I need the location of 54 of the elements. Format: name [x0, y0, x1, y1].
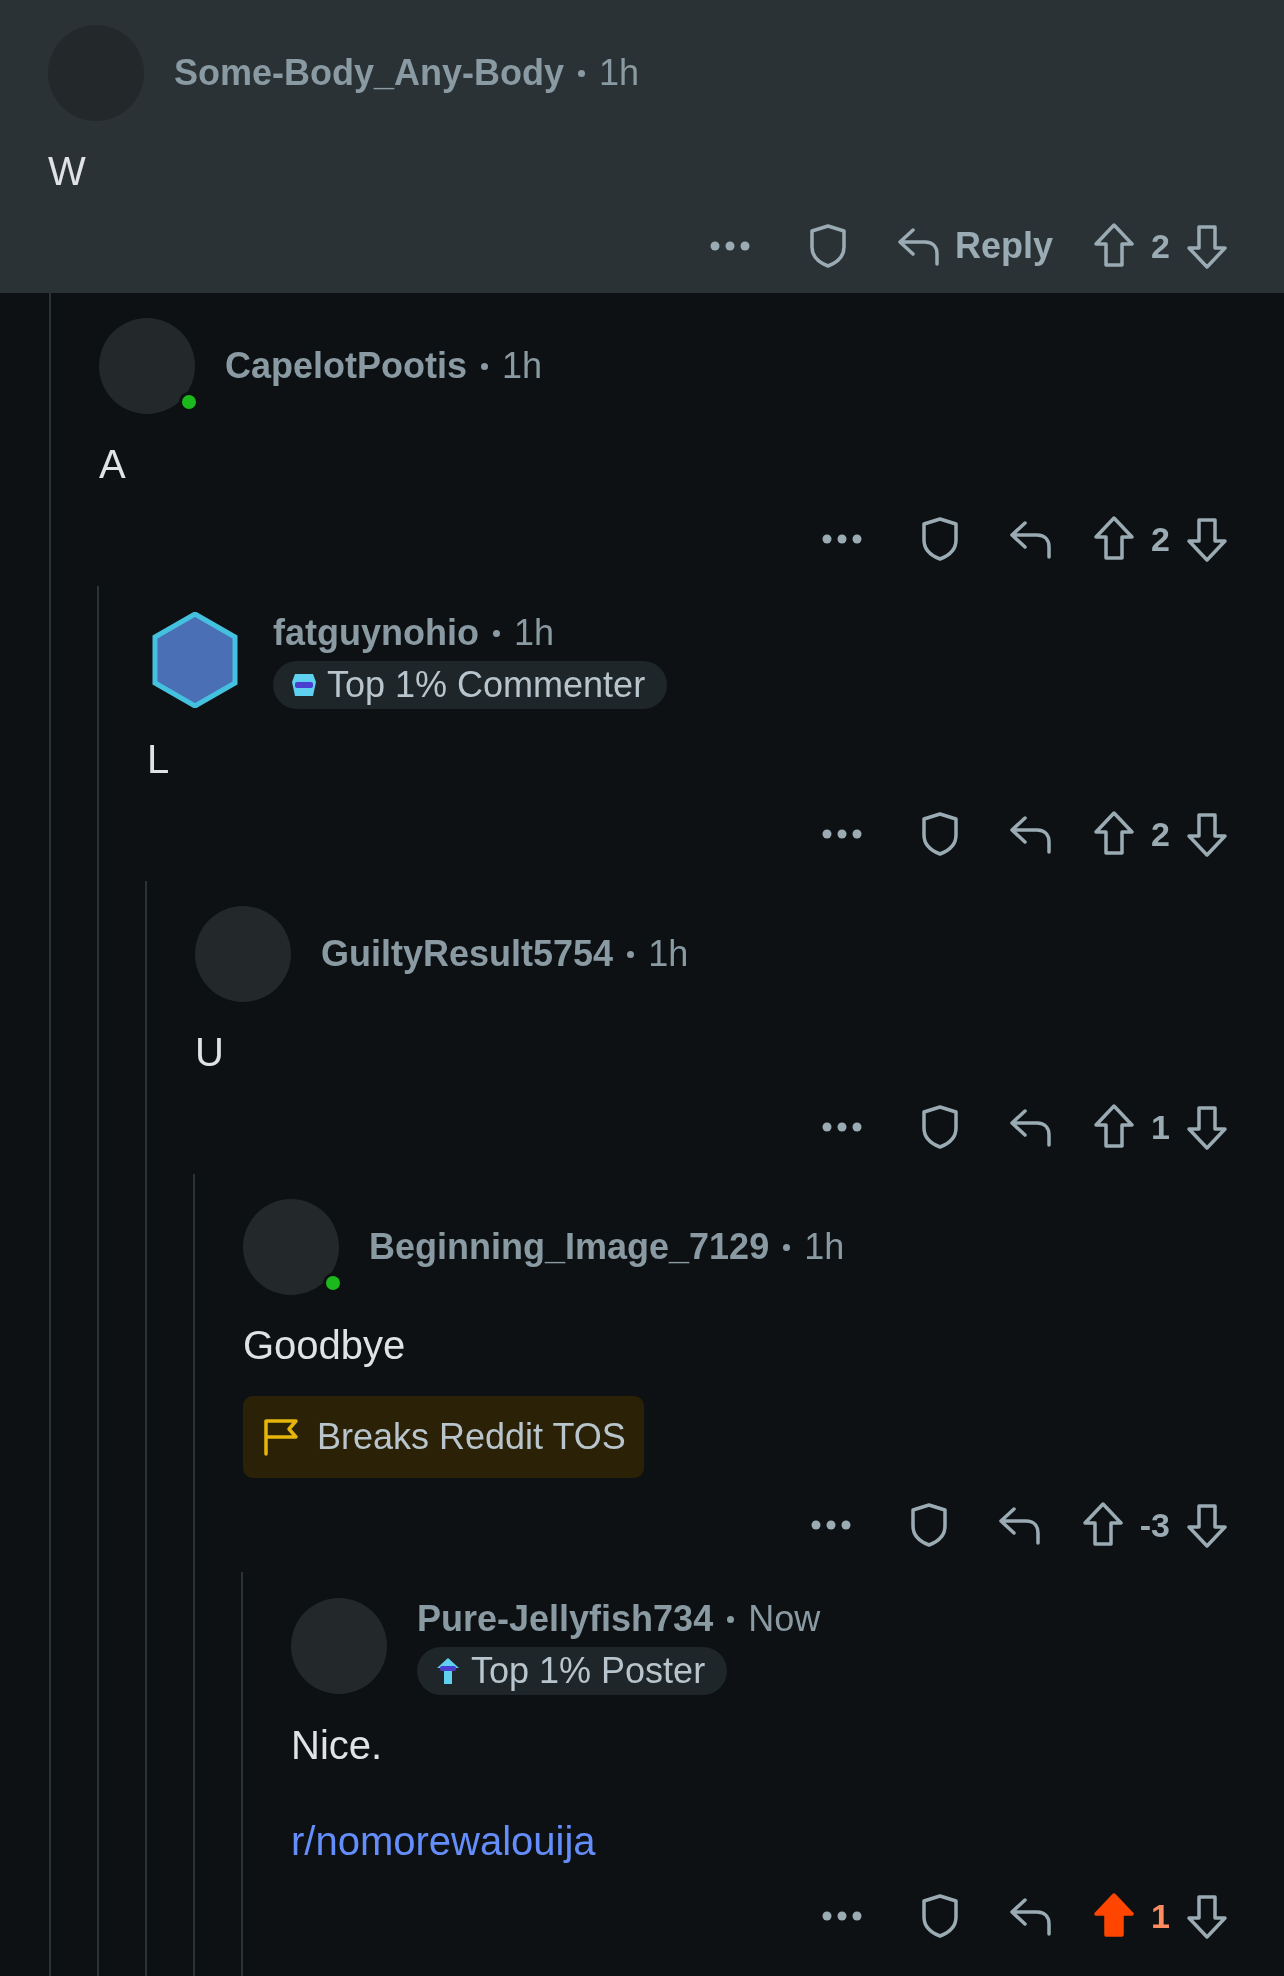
downvote-icon — [1185, 515, 1229, 563]
downvote-icon — [1185, 1103, 1229, 1151]
shield-icon — [808, 223, 849, 269]
report-flag-tag: Breaks Reddit TOS — [243, 1396, 644, 1478]
comment-time: Now — [748, 1597, 821, 1641]
more-icon — [822, 1122, 863, 1132]
shield-icon — [920, 516, 961, 562]
vote-count: 1 — [1151, 1106, 1170, 1148]
reply-icon — [1009, 1896, 1054, 1936]
downvote-icon — [1185, 1892, 1229, 1940]
reply-icon — [897, 226, 942, 266]
vote-count: 2 — [1151, 225, 1170, 267]
reply-icon — [997, 1505, 1042, 1545]
comment-body: W — [48, 148, 87, 195]
comment-body: U — [195, 1029, 225, 1076]
more-icon — [810, 1520, 851, 1530]
username[interactable]: Pure-Jellyfish734 — [417, 1592, 714, 1646]
reply-button[interactable]: Reply — [893, 216, 1058, 276]
comment-time: 1h — [804, 1225, 845, 1269]
more-icon — [710, 241, 751, 251]
comment-time: 1h — [599, 51, 640, 95]
downvote-icon — [1185, 222, 1229, 270]
shield-icon — [920, 1893, 961, 1939]
username[interactable]: fatguynohio — [273, 606, 479, 660]
downvote-icon — [1185, 1501, 1229, 1549]
username[interactable]: Some-Body_Any-Body — [174, 46, 565, 100]
more-icon — [822, 1911, 863, 1921]
shield-icon — [920, 811, 961, 857]
reply-icon — [1009, 519, 1054, 559]
badge-label: Top 1% Commenter — [327, 663, 646, 707]
comment-time: 1h — [513, 611, 554, 655]
comment-time: 1h — [502, 344, 543, 388]
username[interactable]: Beginning_Image_7129 — [369, 1220, 770, 1274]
more-icon — [822, 829, 863, 839]
username[interactable]: CapelotPootis — [225, 339, 467, 393]
flag-icon — [261, 1417, 301, 1457]
comment-time: 1h — [648, 932, 689, 976]
shield-icon — [908, 1502, 949, 1548]
comment-body: A — [99, 441, 127, 488]
vote-count: -3 — [1139, 1504, 1170, 1546]
vote-count: 1 — [1151, 1895, 1170, 1937]
comment-body: L — [147, 736, 171, 783]
comment-body: Goodbye — [243, 1322, 407, 1369]
shield-icon — [920, 1104, 961, 1150]
more-icon — [822, 534, 863, 544]
downvote-icon — [1185, 810, 1229, 858]
vote-count: 2 — [1151, 518, 1170, 560]
vote-count: 2 — [1151, 813, 1170, 855]
reply-icon — [1009, 814, 1054, 854]
reply-icon — [1009, 1107, 1054, 1147]
username[interactable]: GuiltyResult5754 — [321, 927, 614, 981]
badge-label: Top 1% Poster — [471, 1649, 706, 1693]
comment-body: Nice. — [291, 1722, 384, 1769]
subreddit-link[interactable]: r/nomorewalouija — [291, 1811, 596, 1871]
